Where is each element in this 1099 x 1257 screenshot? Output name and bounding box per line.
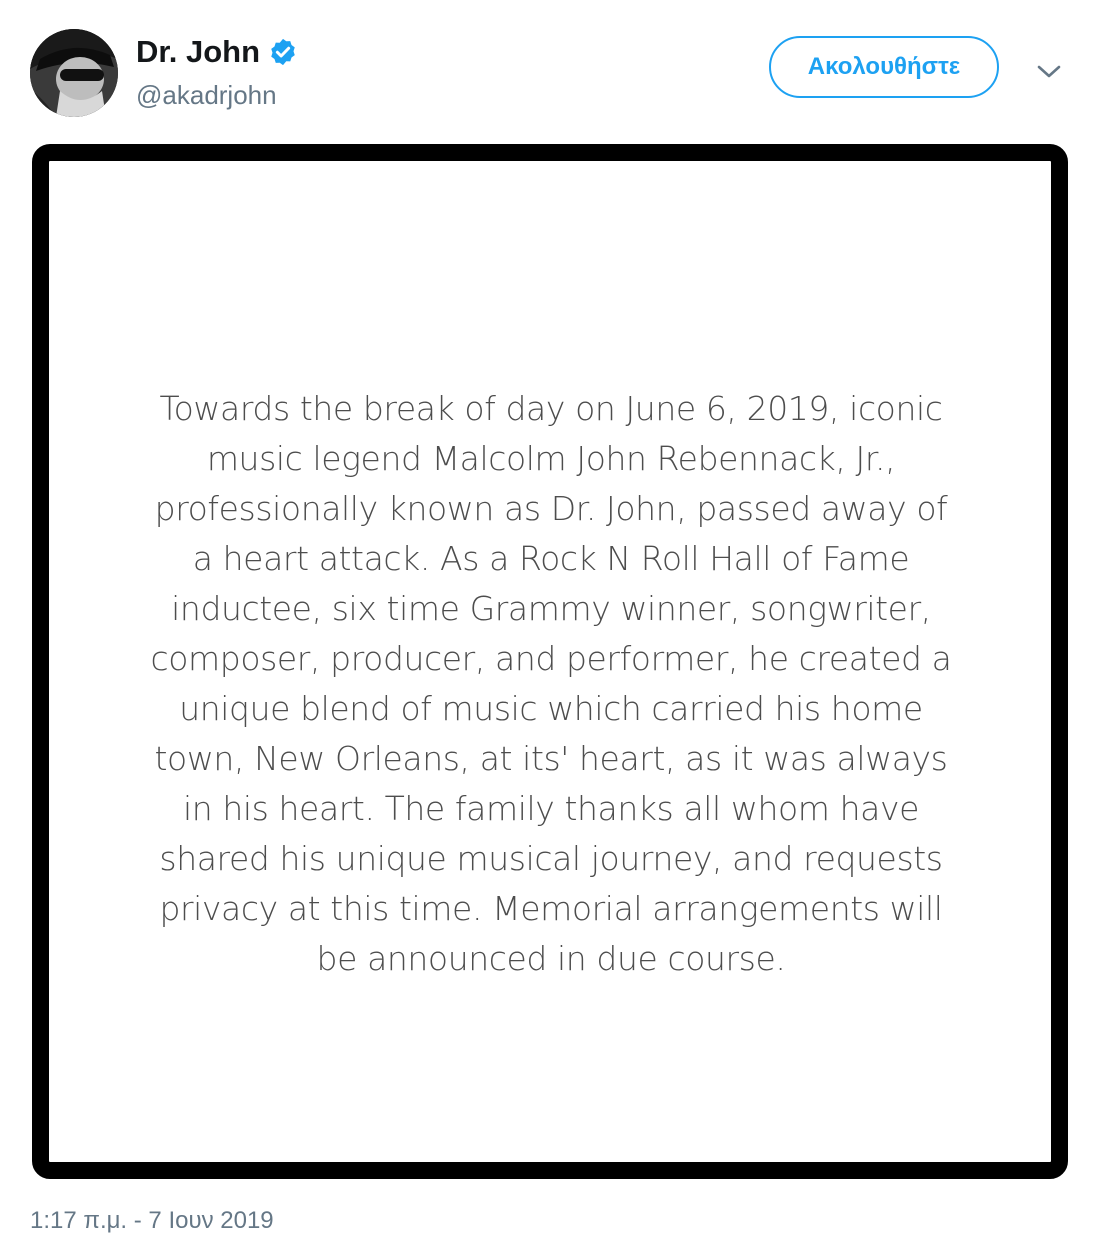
statement-line: be announced in due course.: [316, 939, 786, 978]
statement-line: composer, producer, and performer, he cr…: [150, 639, 952, 678]
statement-line: unique blend of music which carried his …: [179, 689, 923, 728]
tweet-image[interactable]: Towards the break of day on June 6, 2019…: [32, 144, 1068, 1179]
statement-line: music legend Malcolm John Rebennack, Jr.…: [206, 439, 896, 478]
statement-line: shared his unique musical journey, and r…: [159, 839, 943, 878]
statement-line: inductee, six time Grammy winner, songwr…: [171, 589, 931, 628]
statement-line: town, New Orleans, at its' heart, as it …: [154, 739, 948, 778]
tweet-timestamp[interactable]: 1:17 π.μ. - 7 Ιουν 2019: [30, 1207, 274, 1235]
more-options-button[interactable]: [1030, 55, 1068, 89]
handle[interactable]: @akadrjohn: [136, 80, 277, 111]
statement-line: in his heart. The family thanks all whom…: [182, 789, 919, 828]
statement-line: Towards the break of day on June 6, 2019…: [159, 389, 943, 428]
statement-text: Towards the break of day on June 6, 2019…: [111, 384, 991, 984]
verified-badge-icon: [268, 37, 298, 67]
avatar[interactable]: [30, 29, 118, 117]
statement-line: professionally known as Dr. John, passed…: [154, 489, 948, 528]
follow-button[interactable]: Ακολουθήστε: [769, 36, 999, 98]
display-name[interactable]: Dr. John: [136, 34, 298, 70]
chevron-down-icon: [1037, 65, 1061, 78]
tweet: Dr. John @akadrjohn Ακολουθήστε Towards …: [0, 0, 1099, 1257]
avatar-photo: [30, 29, 118, 117]
statement-line: privacy at this time. Memorial arrangeme…: [159, 889, 943, 928]
display-name-text: Dr. John: [136, 34, 261, 69]
statement-line: a heart attack. As a Rock N Roll Hall of…: [192, 539, 910, 578]
